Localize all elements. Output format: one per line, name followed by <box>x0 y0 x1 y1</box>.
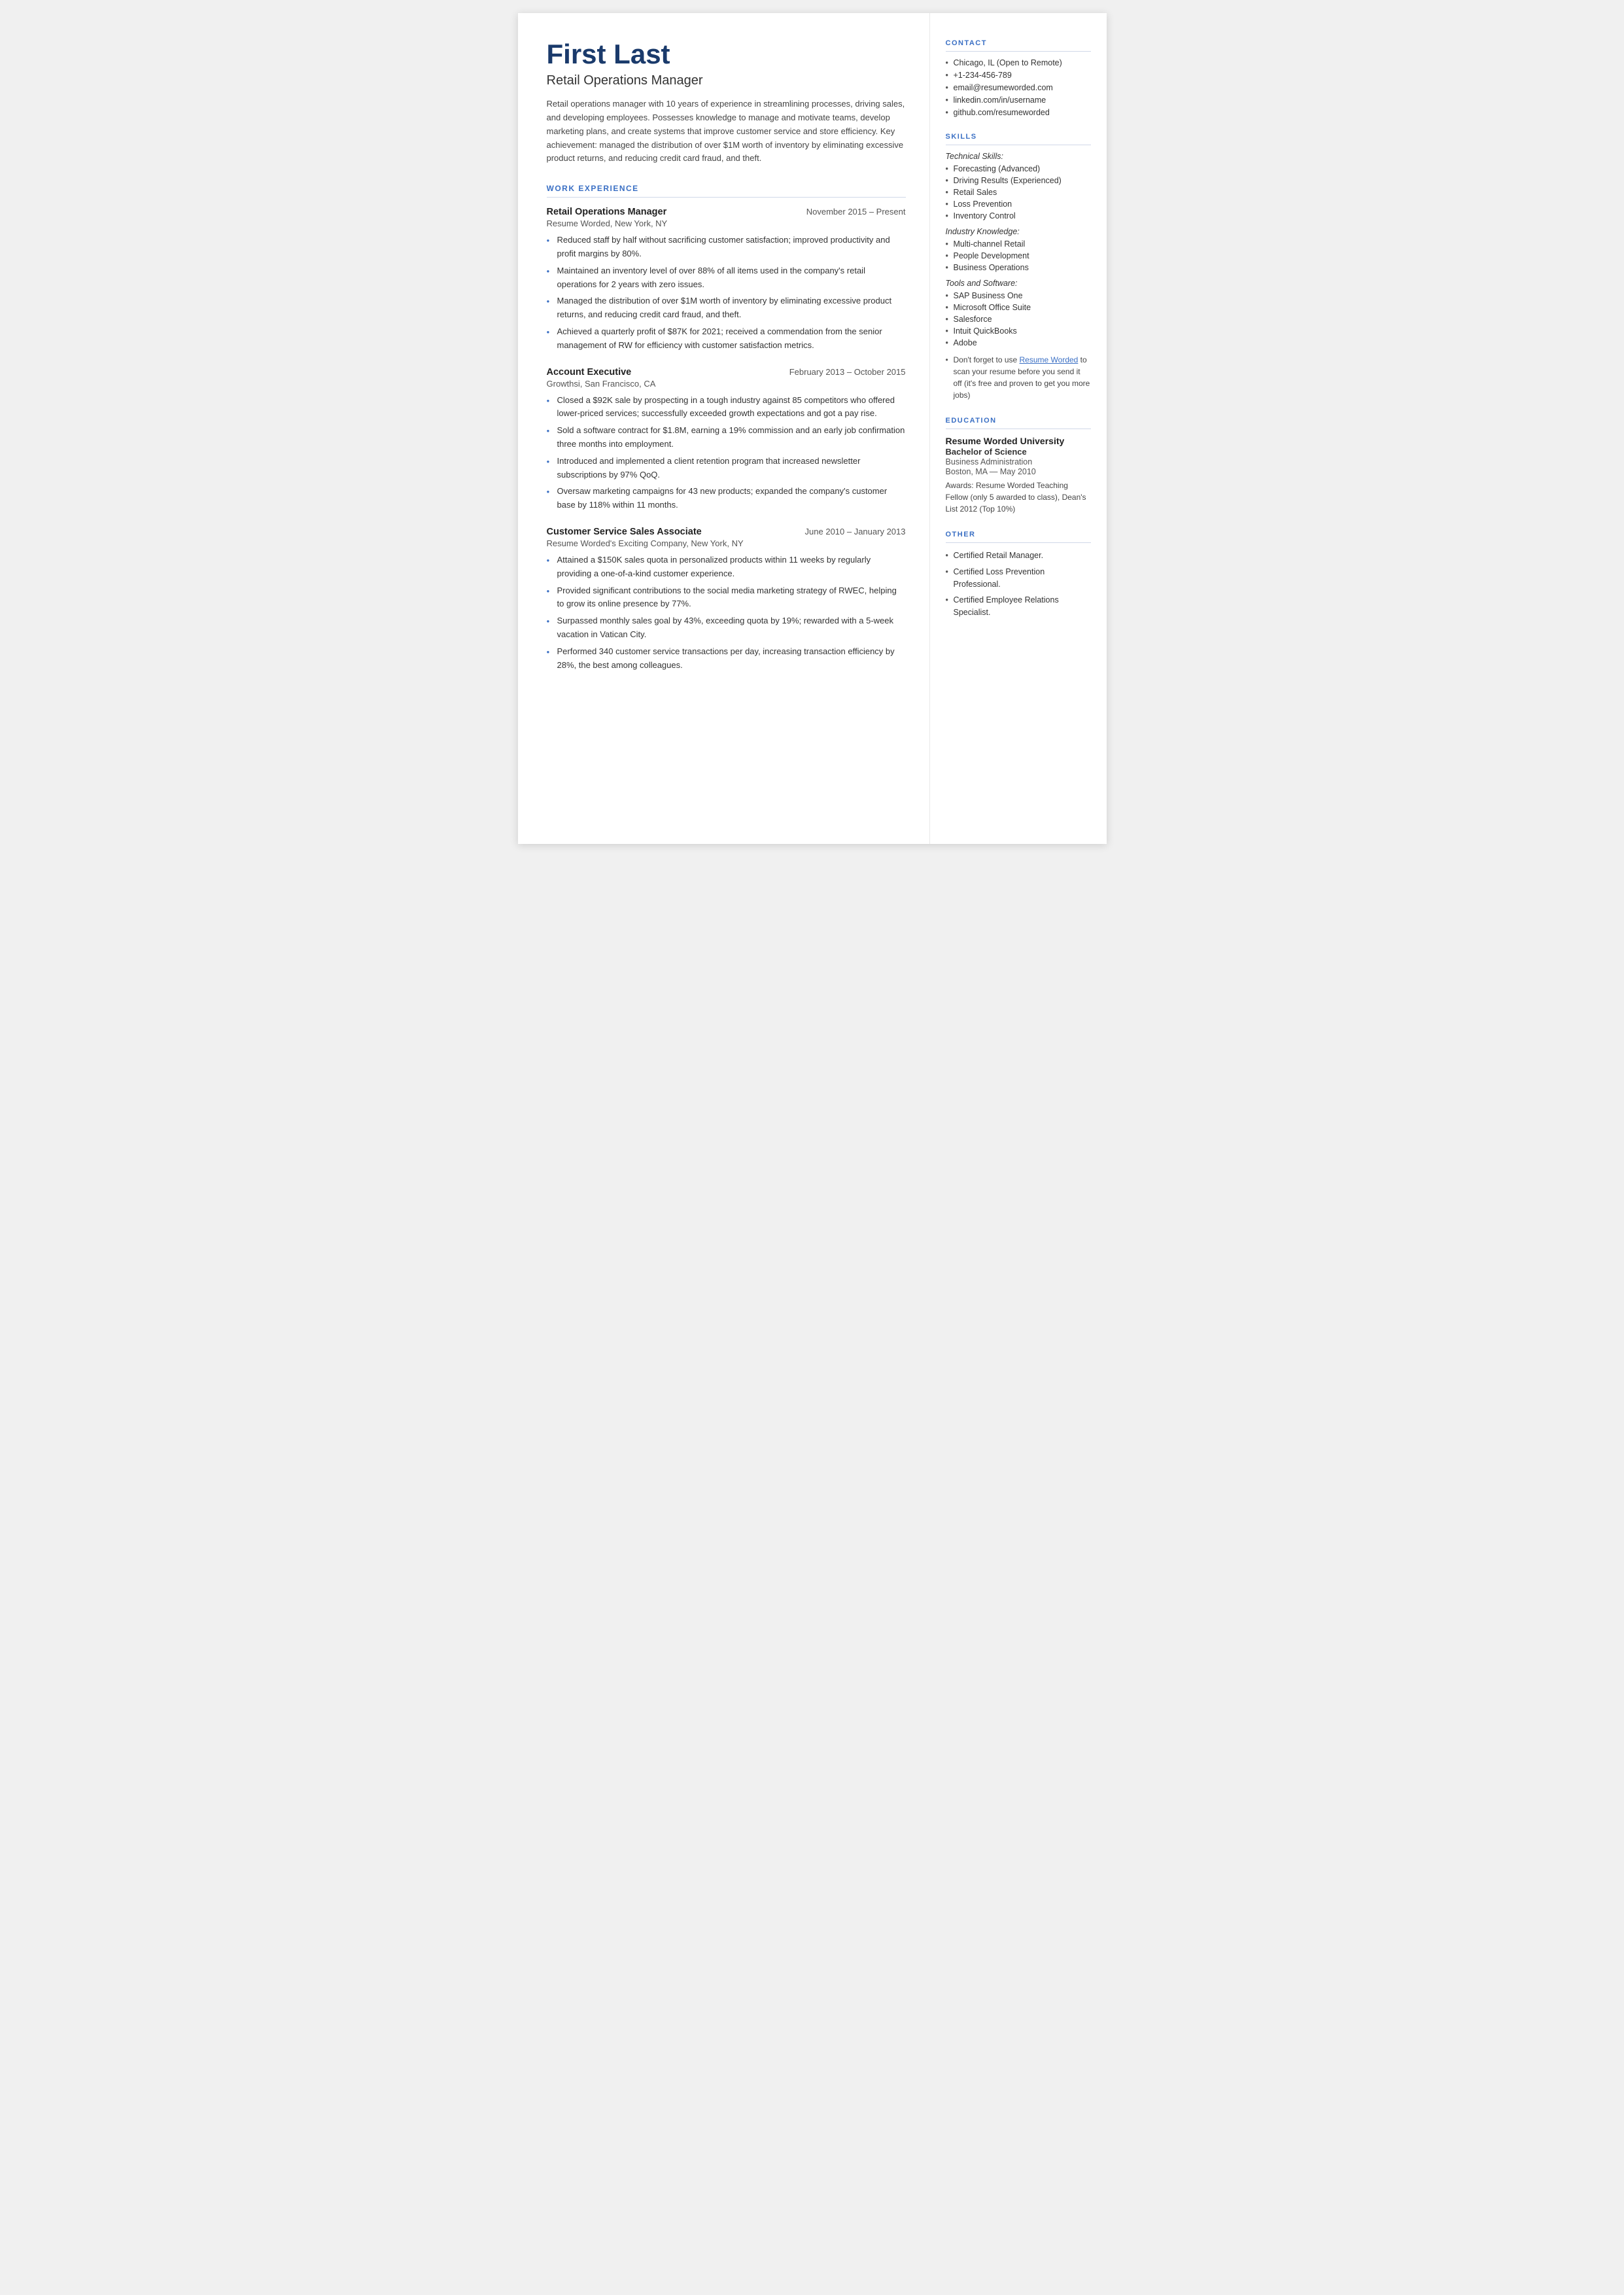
candidate-name: First Last <box>547 39 906 69</box>
skill-item: Multi-channel Retail <box>946 239 1091 249</box>
job-block-2: Account Executive February 2013 – Octobe… <box>547 367 906 512</box>
contact-item-linkedin: linkedin.com/in/username <box>946 96 1091 105</box>
edu-awards: Awards: Resume Worded Teaching Fellow (o… <box>946 480 1091 515</box>
bullet: Sold a software contract for $1.8M, earn… <box>547 424 906 451</box>
education-section: EDUCATION Resume Worded University Bache… <box>946 417 1091 515</box>
job-header-1: Retail Operations Manager November 2015 … <box>547 207 906 217</box>
skill-item: Microsoft Office Suite <box>946 303 1091 312</box>
contact-item-github: github.com/resumeworded <box>946 108 1091 117</box>
skill-item: Driving Results (Experienced) <box>946 176 1091 185</box>
job-dates-3: June 2010 – January 2013 <box>805 527 906 536</box>
job-dates-1: November 2015 – Present <box>806 207 906 217</box>
job-title-3: Customer Service Sales Associate <box>547 527 702 537</box>
resume-page: First Last Retail Operations Manager Ret… <box>518 13 1107 844</box>
skill-item: Inventory Control <box>946 211 1091 220</box>
other-label: OTHER <box>946 531 1091 543</box>
other-item-2: Certified Loss Prevention Professional. <box>946 566 1091 591</box>
skill-item: Retail Sales <box>946 188 1091 197</box>
bullet: Maintained an inventory level of over 88… <box>547 264 906 292</box>
job-header-2: Account Executive February 2013 – Octobe… <box>547 367 906 377</box>
main-column: First Last Retail Operations Manager Ret… <box>518 13 930 844</box>
contact-section: CONTACT Chicago, IL (Open to Remote) +1-… <box>946 39 1091 117</box>
summary-text: Retail operations manager with 10 years … <box>547 97 906 166</box>
resume-worded-link[interactable]: Resume Worded <box>1020 355 1079 364</box>
job-company-1: Resume Worded, New York, NY <box>547 219 906 228</box>
job-dates-2: February 2013 – October 2015 <box>789 367 906 377</box>
job-block-3: Customer Service Sales Associate June 20… <box>547 527 906 672</box>
job-bullets-2: Closed a $92K sale by prospecting in a t… <box>547 394 906 512</box>
bullet: Closed a $92K sale by prospecting in a t… <box>547 394 906 421</box>
skills-note: Don't forget to use Resume Worded to sca… <box>946 354 1091 401</box>
contact-label: CONTACT <box>946 39 1091 52</box>
edu-location-date: Boston, MA — May 2010 <box>946 467 1091 476</box>
bullet: Surpassed monthly sales goal by 43%, exc… <box>547 614 906 642</box>
work-experience-section: WORK EXPERIENCE Retail Operations Manage… <box>547 184 906 672</box>
skill-item: Business Operations <box>946 263 1091 272</box>
job-header-3: Customer Service Sales Associate June 20… <box>547 527 906 537</box>
education-label: EDUCATION <box>946 417 1091 429</box>
sidebar-column: CONTACT Chicago, IL (Open to Remote) +1-… <box>930 13 1107 844</box>
skills-group-title-technical: Technical Skills: <box>946 152 1091 161</box>
skills-label: SKILLS <box>946 133 1091 145</box>
skill-item: People Development <box>946 251 1091 260</box>
skill-item: Adobe <box>946 338 1091 347</box>
skills-list-industry: Multi-channel Retail People Development … <box>946 239 1091 272</box>
contact-item-phone: +1-234-456-789 <box>946 71 1091 80</box>
skills-group-title-tools: Tools and Software: <box>946 279 1091 288</box>
skills-section: SKILLS Technical Skills: Forecasting (Ad… <box>946 133 1091 401</box>
contact-list: Chicago, IL (Open to Remote) +1-234-456-… <box>946 58 1091 117</box>
edu-field: Business Administration <box>946 457 1091 466</box>
other-list: Certified Retail Manager. Certified Loss… <box>946 550 1091 619</box>
skills-list-technical: Forecasting (Advanced) Driving Results (… <box>946 164 1091 220</box>
bullet: Introduced and implemented a client rete… <box>547 455 906 482</box>
other-section: OTHER Certified Retail Manager. Certifie… <box>946 531 1091 619</box>
bullet: Performed 340 customer service transacti… <box>547 645 906 673</box>
job-title-2: Account Executive <box>547 367 632 377</box>
bullet: Provided significant contributions to th… <box>547 584 906 612</box>
bullet: Managed the distribution of over $1M wor… <box>547 294 906 322</box>
contact-item-email: email@resumeworded.com <box>946 83 1091 92</box>
bullet: Reduced staff by half without sacrificin… <box>547 234 906 261</box>
job-company-2: Growthsi, San Francisco, CA <box>547 379 906 389</box>
job-company-3: Resume Worded's Exciting Company, New Yo… <box>547 538 906 548</box>
job-block-1: Retail Operations Manager November 2015 … <box>547 207 906 352</box>
contact-item-location: Chicago, IL (Open to Remote) <box>946 58 1091 67</box>
job-bullets-1: Reduced staff by half without sacrificin… <box>547 234 906 352</box>
candidate-title: Retail Operations Manager <box>547 73 906 88</box>
edu-school: Resume Worded University <box>946 436 1091 446</box>
skills-list-tools: SAP Business One Microsoft Office Suite … <box>946 291 1091 347</box>
bullet: Attained a $150K sales quota in personal… <box>547 553 906 581</box>
bullet: Achieved a quarterly profit of $87K for … <box>547 325 906 353</box>
other-item-3: Certified Employee Relations Specialist. <box>946 594 1091 619</box>
bullet: Oversaw marketing campaigns for 43 new p… <box>547 485 906 512</box>
skill-item: Loss Prevention <box>946 200 1091 209</box>
job-bullets-3: Attained a $150K sales quota in personal… <box>547 553 906 672</box>
skill-item: Salesforce <box>946 315 1091 324</box>
skills-group-title-industry: Industry Knowledge: <box>946 227 1091 236</box>
other-item-1: Certified Retail Manager. <box>946 550 1091 562</box>
skill-item: Forecasting (Advanced) <box>946 164 1091 173</box>
job-title-1: Retail Operations Manager <box>547 207 667 217</box>
skill-item: Intuit QuickBooks <box>946 326 1091 336</box>
edu-degree: Bachelor of Science <box>946 447 1091 457</box>
skill-item: SAP Business One <box>946 291 1091 300</box>
work-experience-label: WORK EXPERIENCE <box>547 184 906 198</box>
